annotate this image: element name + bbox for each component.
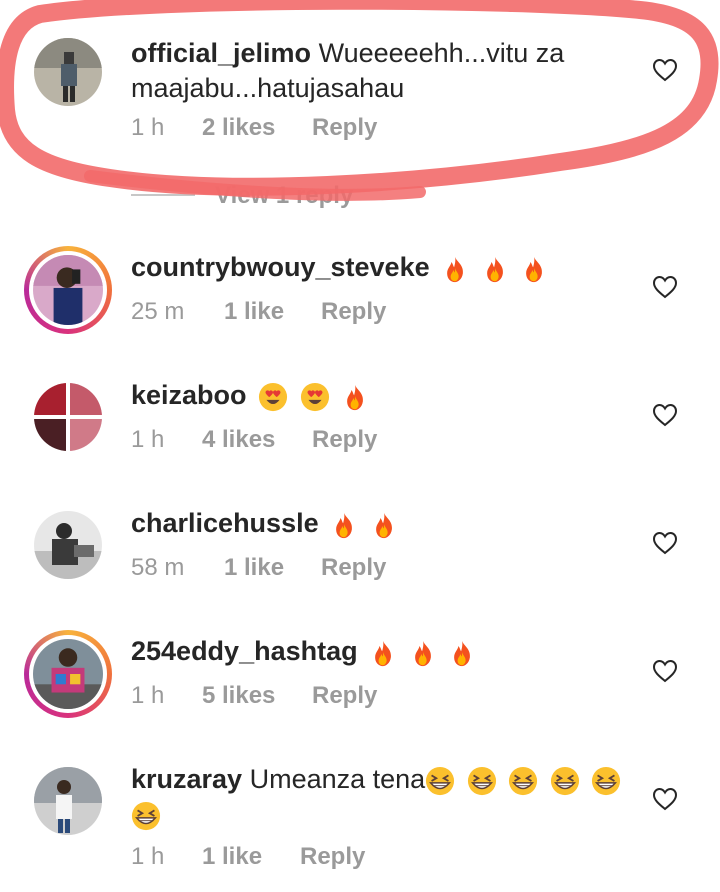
comment-text: countrybwouy_steveke	[131, 250, 636, 285]
likes-count[interactable]: 4 likes	[202, 426, 275, 454]
likes-count[interactable]: 2 likes	[202, 114, 275, 142]
comment-username[interactable]: kruzaray	[131, 764, 242, 794]
likes-count[interactable]: 1 like	[202, 843, 262, 871]
fire-emoji	[369, 638, 397, 668]
reply-button[interactable]: Reply	[312, 114, 377, 142]
heart-outline-icon[interactable]	[652, 531, 678, 555]
grinning-squint-emoji	[591, 766, 621, 796]
comment-body: Umeanza tena	[249, 764, 426, 794]
view-replies-label: View 1 reply	[215, 182, 354, 209]
comment-text: kruzaray Umeanza tena	[131, 762, 636, 832]
avatar[interactable]	[34, 383, 102, 451]
comment-time: 25 m	[131, 298, 185, 325]
heart-outline-icon[interactable]	[652, 659, 678, 683]
divider-line	[131, 194, 195, 196]
likes-count[interactable]: 1 like	[224, 554, 284, 582]
comment-time: 1 h	[131, 426, 165, 453]
comment-time: 1 h	[131, 843, 165, 870]
comment-time: 58 m	[131, 554, 185, 581]
heart-eyes-emoji	[258, 382, 288, 412]
heart-outline-icon[interactable]	[652, 787, 678, 811]
heart-outline-icon[interactable]	[652, 275, 678, 299]
reply-button[interactable]: Reply	[300, 843, 365, 871]
avatar[interactable]	[34, 511, 102, 579]
comment-username[interactable]: keizaboo	[131, 380, 247, 410]
comment-text: 254eddy_hashtag	[131, 634, 636, 669]
fire-emoji	[448, 638, 476, 668]
heart-eyes-emoji	[300, 382, 330, 412]
comment-username[interactable]: 254eddy_hashtag	[131, 636, 358, 666]
avatar[interactable]	[24, 246, 112, 334]
comment-username[interactable]: charlicehussle	[131, 508, 319, 538]
grinning-squint-emoji	[467, 766, 497, 796]
comment-text: official_jelimo Wueeeeehh...vitu za maaj…	[131, 36, 636, 106]
fire-emoji	[330, 510, 358, 540]
comment-text: keizaboo	[131, 378, 636, 413]
fire-emoji	[370, 510, 398, 540]
reply-button[interactable]: Reply	[312, 426, 377, 454]
fire-emoji	[481, 254, 509, 284]
reply-button[interactable]: Reply	[321, 554, 386, 582]
comment-time: 1 h	[131, 682, 165, 709]
comment-time: 1 h	[131, 114, 165, 141]
avatar[interactable]	[24, 630, 112, 718]
likes-count[interactable]: 1 like	[224, 298, 284, 326]
fire-emoji	[341, 382, 369, 412]
grinning-squint-emoji	[131, 801, 161, 831]
fire-emoji	[409, 638, 437, 668]
fire-emoji	[520, 254, 548, 284]
heart-outline-icon[interactable]	[652, 58, 678, 82]
grinning-squint-emoji	[425, 766, 455, 796]
grinning-squint-emoji	[550, 766, 580, 796]
heart-outline-icon[interactable]	[652, 403, 678, 427]
comment-text: charlicehussle	[131, 506, 636, 541]
avatar[interactable]	[34, 38, 102, 106]
fire-emoji	[441, 254, 469, 284]
avatar[interactable]	[34, 767, 102, 835]
reply-button[interactable]: Reply	[312, 682, 377, 710]
grinning-squint-emoji	[508, 766, 538, 796]
reply-button[interactable]: Reply	[321, 298, 386, 326]
likes-count[interactable]: 5 likes	[202, 682, 275, 710]
comment-username[interactable]: countrybwouy_steveke	[131, 252, 430, 282]
comment-username[interactable]: official_jelimo	[131, 38, 311, 68]
